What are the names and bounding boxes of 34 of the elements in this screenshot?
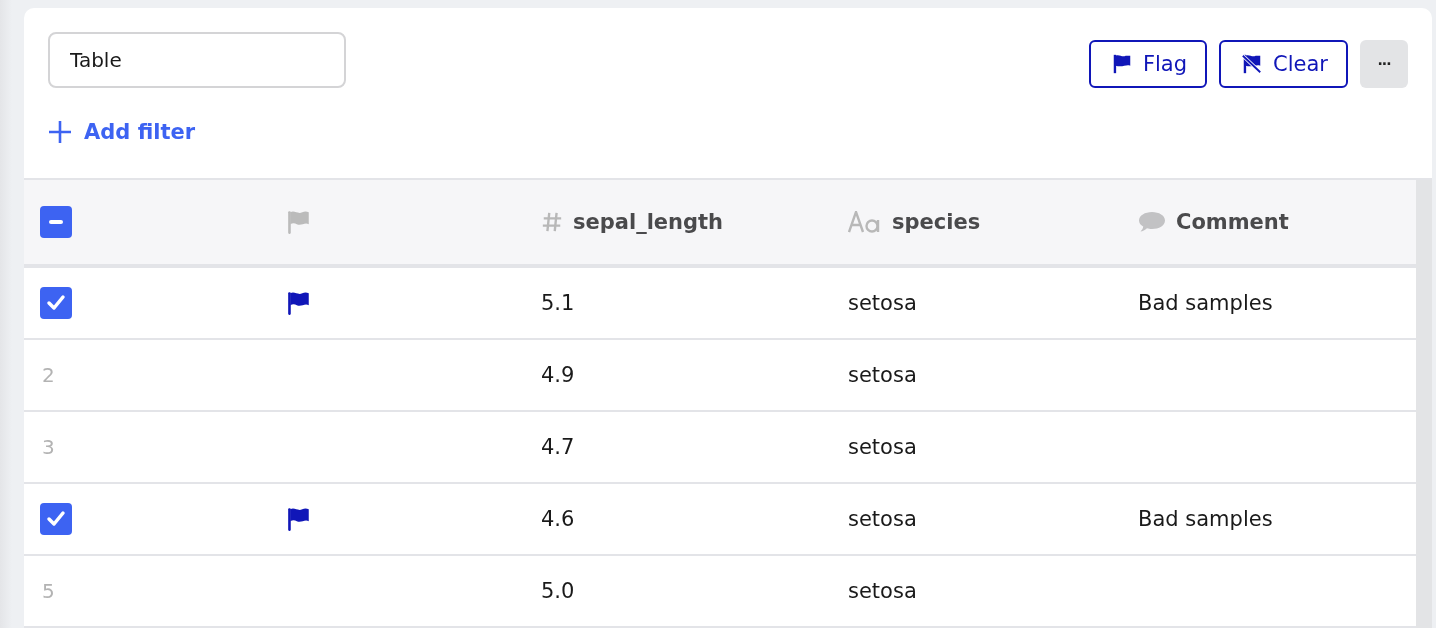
column-header[interactable]: species [848,210,1138,234]
checkbox[interactable] [40,287,72,319]
flag-off-icon [1241,53,1264,75]
table-cell: 5.1 [541,291,575,315]
flag-button[interactable]: Flag [1088,40,1208,88]
table-cell: setosa [848,363,917,387]
hash-icon [541,211,563,233]
scrollbar[interactable] [1416,180,1432,628]
table-cell: 5.0 [541,579,575,603]
table-cell: setosa [848,507,917,531]
row-number: 5 [41,579,55,603]
table-name-field[interactable]: Table [48,32,346,88]
table-cell: 4.7 [541,435,575,459]
table-cell: 4.6 [541,507,575,531]
text-type-icon [848,211,882,233]
table-cell: Bad samples [1138,507,1273,531]
row-number: 2 [41,363,55,387]
more-button[interactable]: ··· [1360,40,1408,88]
column-header[interactable]: Comment [1138,210,1416,234]
flag-icon [286,209,312,235]
checkbox[interactable] [40,206,72,238]
table-cell: 4.9 [541,363,575,387]
column-header[interactable]: sepal_length [541,210,848,234]
speech-bubble-icon [1138,210,1166,234]
table-cell: Bad samples [1138,291,1273,315]
table-cell: setosa [848,435,917,459]
plus-icon [48,120,72,144]
table-cell: setosa [848,579,917,603]
checkbox[interactable] [40,503,72,535]
clear-button[interactable]: Clear [1219,40,1348,88]
table-cell: setosa [848,291,917,315]
add-filter-button[interactable]: Add filter [48,120,196,144]
minus-icon [49,220,63,224]
row-number: 3 [41,435,55,459]
